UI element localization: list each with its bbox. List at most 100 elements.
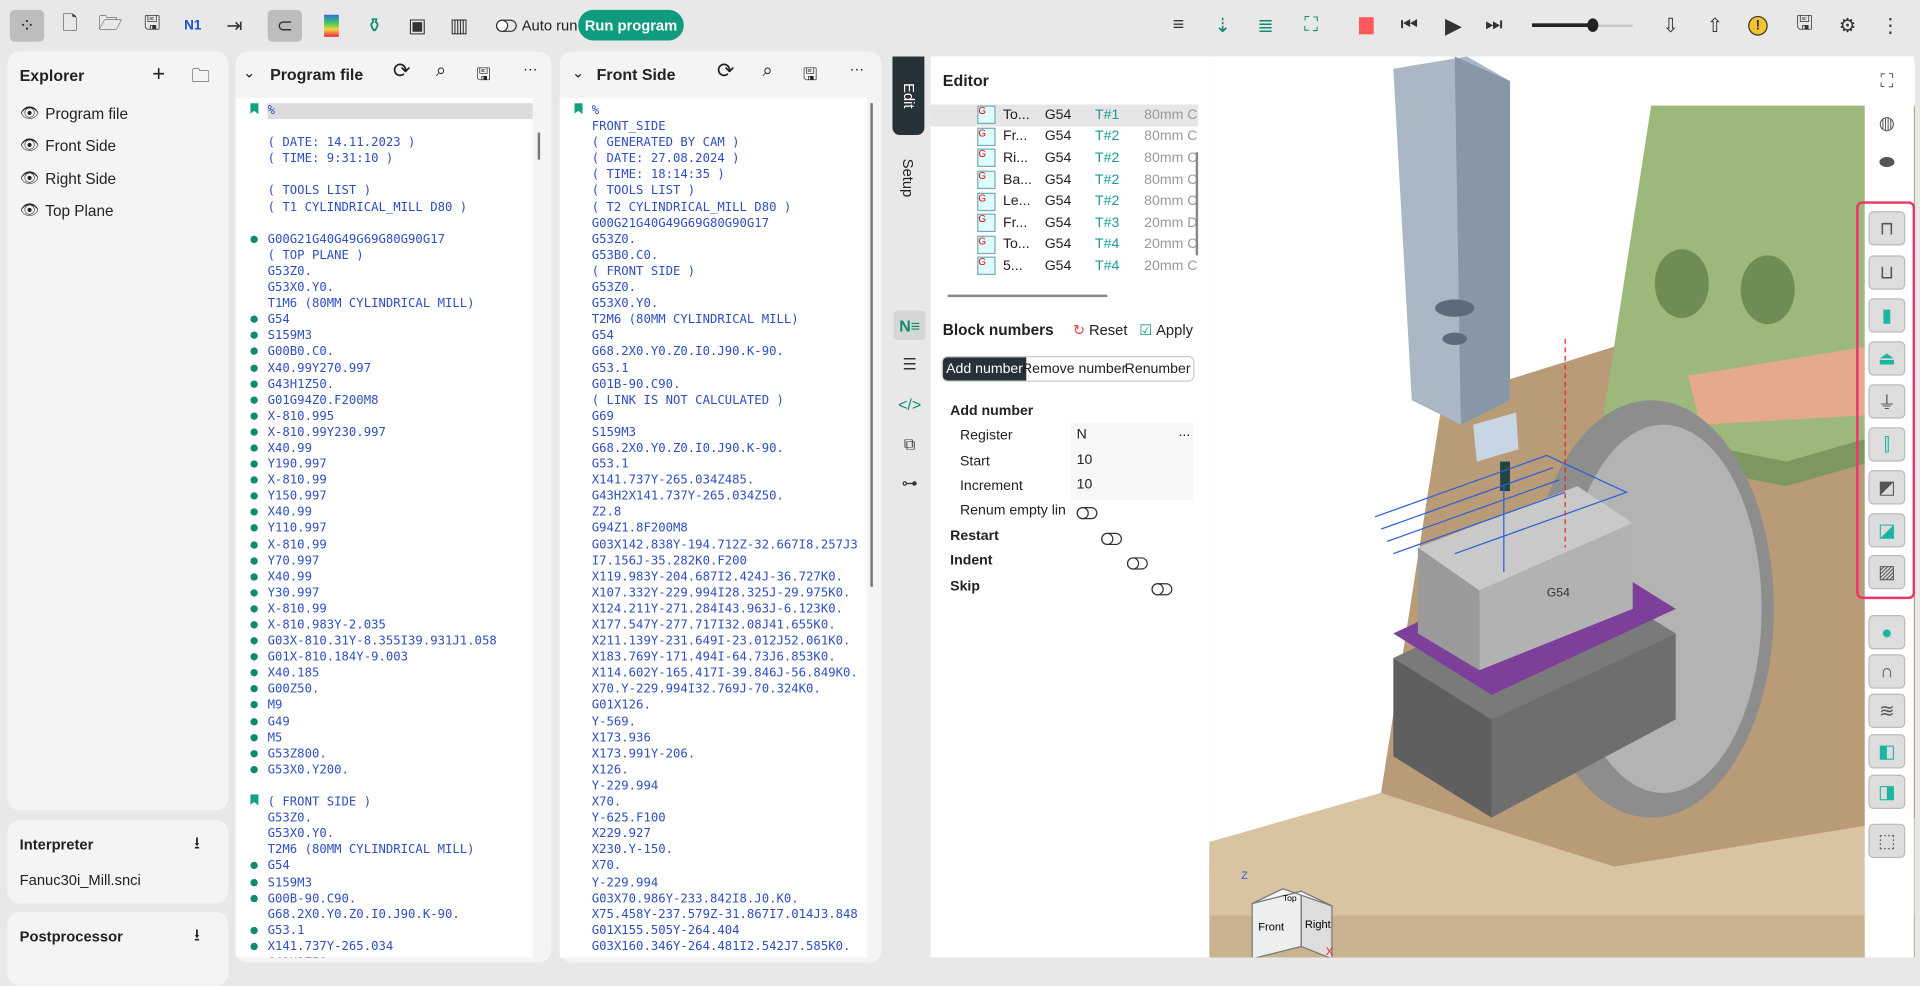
- code-line[interactable]: X-810.983Y-2.035: [236, 617, 533, 633]
- tab-edit[interactable]: Edit: [892, 56, 925, 136]
- increment-input[interactable]: 10: [1070, 472, 1194, 500]
- play-button[interactable]: ▶: [1436, 10, 1470, 42]
- spindle-icon[interactable]: ⊔: [1868, 255, 1906, 290]
- download-warning-icon[interactable]: ⇩: [1654, 10, 1688, 42]
- explorer-item-program-file[interactable]: 👁 Program file: [20, 104, 128, 122]
- tab-add-number[interactable]: Add number: [942, 357, 1027, 381]
- code-line[interactable]: ( TIME: 18:14:35 ): [560, 167, 867, 183]
- transform-icon[interactable]: ⧉: [894, 430, 926, 459]
- register-more-button[interactable]: ...: [1178, 425, 1190, 440]
- surface-filled-icon[interactable]: ◧: [1868, 734, 1906, 769]
- breakpoint-dot-icon[interactable]: [248, 473, 260, 489]
- tab-remove-number[interactable]: Remove number: [1022, 357, 1126, 380]
- step-back-button[interactable]: ⏮: [1392, 10, 1426, 42]
- code-line[interactable]: Y190.997: [236, 457, 533, 473]
- code-line[interactable]: X40.99: [236, 569, 533, 585]
- code-line[interactable]: G01X-810.184Y-9.003: [236, 650, 533, 666]
- code-line[interactable]: X-810.99: [236, 473, 533, 489]
- hatch-icon[interactable]: ▨: [1868, 554, 1906, 590]
- code-line[interactable]: I7.156J-35.282K0.F200: [560, 553, 867, 569]
- code-line[interactable]: X183.769Y-171.494I-64.73J6.853K0.: [560, 650, 867, 666]
- breakpoint-dot-icon[interactable]: [248, 376, 260, 392]
- code-icon[interactable]: </>: [894, 389, 926, 418]
- code-line[interactable]: M5: [236, 730, 533, 746]
- bookmark-icon[interactable]: [248, 794, 260, 810]
- code-line[interactable]: G03X70.986Y-233.842I8.J0.K0.: [560, 891, 867, 907]
- part-icon[interactable]: ◪: [1868, 513, 1906, 548]
- code-line[interactable]: G53X0.Y0.: [236, 280, 533, 296]
- collet-icon[interactable]: ⏚: [1868, 384, 1906, 419]
- code-line[interactable]: ( FRONT SIDE ): [236, 794, 533, 810]
- front-side-code[interactable]: % FRONT_SIDE ( GENERATED BY CAM ) ( DATE: 2…: [559, 98, 867, 958]
- breakpoint-dot-icon[interactable]: [248, 698, 260, 714]
- breakpoint-dot-icon[interactable]: [248, 682, 260, 698]
- breakpoint-dot-icon[interactable]: [248, 553, 260, 569]
- refresh-icon[interactable]: ⟳: [393, 59, 410, 84]
- mesh-sphere-icon[interactable]: ◍: [1868, 106, 1905, 140]
- code-line[interactable]: G01X155.505Y-264.404: [560, 923, 867, 939]
- code-line[interactable]: G53X0.Y200.: [236, 762, 533, 778]
- auto-run-toggle[interactable]: Auto run: [495, 17, 577, 34]
- code-line[interactable]: G53.1: [560, 457, 867, 473]
- code-line[interactable]: G49: [236, 714, 533, 730]
- panel-icon[interactable]: ▥: [442, 10, 476, 42]
- lines-icon[interactable]: ☰: [894, 350, 926, 379]
- breakpoint-dot-icon[interactable]: [248, 955, 260, 957]
- code-line[interactable]: ( TOP PLANE ): [236, 248, 533, 264]
- code-line[interactable]: T1M6 (80MM CYLINDRICAL MILL): [236, 296, 533, 312]
- breakpoint-dot-icon[interactable]: [248, 923, 260, 939]
- code-line[interactable]: G03X-810.31Y-8.355I39.931J1.058: [236, 634, 533, 650]
- code-line[interactable]: ( DATE: 14.11.2023 ): [236, 135, 533, 151]
- 3d-viewport[interactable]: G54 Front Right Top Z X: [1209, 56, 1916, 958]
- code-line[interactable]: X141.737Y-265.034Z485.: [560, 473, 867, 489]
- code-line[interactable]: G53Z0.: [560, 232, 867, 248]
- operation-row[interactable]: G To... G54 T#4 20mm C: [931, 234, 1199, 255]
- code-line[interactable]: S159M3: [236, 875, 533, 891]
- code-line[interactable]: X126.: [560, 762, 867, 778]
- code-line[interactable]: ( T1 CYLINDRICAL_MILL D80 ): [236, 200, 533, 216]
- breakpoint-dot-icon[interactable]: [248, 617, 260, 633]
- code-line[interactable]: X40.99Y270.997: [236, 360, 533, 376]
- code-line[interactable]: %: [235, 103, 533, 120]
- code-line[interactable]: G43H2X141.737Y-265.034Z50.: [560, 489, 867, 505]
- scrollbar[interactable]: [870, 103, 873, 587]
- code-line[interactable]: G53Z0.: [560, 280, 867, 296]
- code-line[interactable]: G94Z1.8F200M8: [560, 521, 867, 537]
- code-line[interactable]: X177.547Y-277.717I32.08J41.655K0.: [560, 617, 867, 633]
- download-icon[interactable]: ⭳: [194, 922, 200, 951]
- new-file-icon[interactable]: 🗋: [53, 10, 87, 42]
- code-line[interactable]: ( LINK IS NOT CALCULATED ): [560, 392, 867, 408]
- code-line[interactable]: [236, 778, 533, 794]
- code-line[interactable]: X229.927: [560, 826, 867, 842]
- code-line[interactable]: Y110.997: [236, 521, 533, 537]
- gear-icon[interactable]: ⚙: [1830, 10, 1864, 42]
- scrollbar[interactable]: [537, 132, 541, 160]
- code-line[interactable]: G53Z800.: [236, 746, 533, 762]
- breakpoint-dot-icon[interactable]: [248, 650, 260, 666]
- breakpoint-dot-icon[interactable]: [248, 489, 260, 505]
- open-folder-icon[interactable]: 🗁: [93, 10, 127, 42]
- code-line[interactable]: G01G94Z0.F200M8: [236, 392, 533, 408]
- code-line[interactable]: G03X160.346Y-264.481I2.542J7.585K0.: [560, 939, 867, 955]
- code-line[interactable]: X40.99: [236, 441, 533, 457]
- code-line[interactable]: G53Z0.: [236, 810, 533, 826]
- upload-warning-icon[interactable]: ⇧: [1698, 10, 1732, 42]
- code-line[interactable]: ( T2 CYLINDRICAL_MILL D80 ): [560, 200, 867, 216]
- breakpoint-dot-icon[interactable]: [248, 891, 260, 907]
- breakpoint-dot-icon[interactable]: [248, 634, 260, 650]
- code-line[interactable]: S159M3: [560, 425, 867, 441]
- code-line[interactable]: G03X142.838Y-194.712Z-32.667I8.257J3: [560, 537, 867, 553]
- code-line[interactable]: X40.99: [236, 505, 533, 521]
- code-line[interactable]: [236, 167, 533, 183]
- code-line[interactable]: Y30.997: [236, 585, 533, 601]
- code-line[interactable]: G53Z0.: [236, 264, 533, 280]
- operation-row[interactable]: G Le... G54 T#2 80mm C: [931, 191, 1199, 212]
- code-line[interactable]: G54: [560, 328, 867, 344]
- code-line[interactable]: G00B-90.C90.: [236, 891, 533, 907]
- code-line[interactable]: T2M6 (80MM CYLINDRICAL MILL): [560, 312, 867, 328]
- warning-icon[interactable]: !: [1741, 10, 1775, 42]
- breakpoint-dot-icon[interactable]: [248, 939, 260, 955]
- code-line[interactable]: G00G21G40G49G69G80G90G17: [560, 216, 867, 232]
- code-line[interactable]: G54: [236, 859, 533, 875]
- list-icon[interactable]: ≣: [1248, 10, 1282, 42]
